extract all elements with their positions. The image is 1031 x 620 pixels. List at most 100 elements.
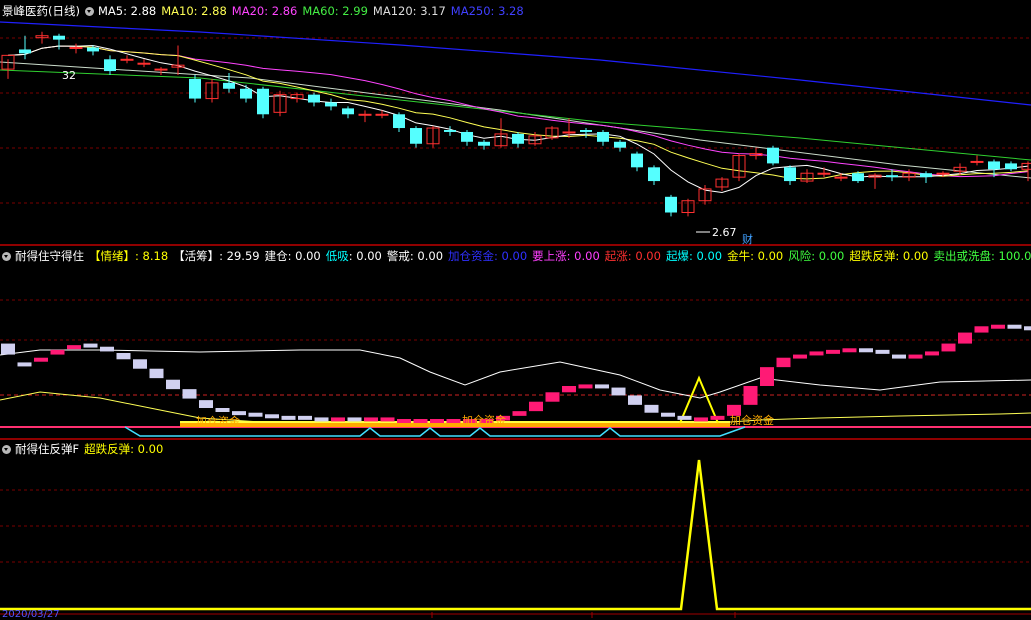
band-label: 加仓资金 (730, 413, 774, 427)
candle-body (834, 176, 848, 179)
indicator-label-5: 加仓资金 (448, 249, 495, 263)
indicator-bar (248, 412, 263, 417)
candle-body (19, 49, 31, 54)
indicator-bar (991, 324, 1005, 329)
indicator-bar (842, 348, 857, 353)
indicator-bar (116, 353, 131, 360)
indicator-label-0: 【情绪】 (89, 249, 135, 263)
indicator-bar (166, 379, 180, 390)
indicator-bar (281, 415, 296, 420)
rebound-value: : 0.00 (130, 442, 164, 456)
indicator-bar (149, 368, 164, 379)
band-label: 加仓资金 (462, 413, 506, 427)
candle-body (597, 131, 609, 142)
indicator-bar (133, 359, 147, 369)
collapse-icon[interactable] (84, 6, 94, 16)
candle-body (970, 160, 984, 163)
indicator-bar (644, 404, 659, 413)
indicator-bar (809, 351, 824, 356)
candle-body (154, 68, 168, 71)
indicator-bar (743, 386, 758, 405)
ma-legend-5: MA250: 3.28 (450, 4, 524, 18)
indicator-value-0: : 8.18 (135, 249, 169, 263)
candle-body (478, 141, 490, 146)
indicator-bar (83, 343, 98, 348)
candle-body (936, 172, 950, 175)
indicator-bar (578, 384, 593, 389)
indicator-bar (1007, 324, 1022, 329)
indicator-panel-header: 耐得住守得住 【情绪】: 8.18 【活筹】: 29.59 建仓: 0.00 低吸: … (2, 248, 1031, 264)
candle-body (69, 47, 83, 49)
indicator-bar (760, 367, 774, 386)
indicator-panel: 加仓资金 加仓资金 加仓资金 (0, 324, 1031, 437)
indicator-value-3: : 0.00 (348, 249, 382, 263)
indicator-bar (182, 389, 197, 399)
rebound-title: 耐得住反弹F (15, 442, 80, 456)
indicator-bar (941, 343, 956, 352)
indicator-bar (545, 392, 560, 402)
candle-body (375, 113, 389, 116)
indicator-value-12: : 100.00 (991, 249, 1031, 263)
lowbuy-line (124, 426, 746, 437)
candle-body (988, 161, 1000, 170)
candle-body (53, 35, 65, 40)
indicator-bar (50, 349, 65, 355)
collapse-icon[interactable] (2, 251, 11, 261)
price-panel-header: 景峰医药(日线) MA5: 2.88 MA10: 2.88 MA20: 2.86… (2, 3, 529, 19)
indicator-bar (677, 415, 692, 420)
candle-body (257, 88, 269, 115)
candle-body (120, 58, 134, 61)
indicator-bar (661, 412, 675, 417)
rebound-label: 超跌反弹 (84, 442, 131, 456)
ma-legend-0: MA5: 2.88 (97, 4, 157, 18)
candle-body (562, 131, 576, 134)
ma-legend-2: MA20: 2.86 (231, 4, 298, 18)
indicator-bar (925, 351, 939, 356)
indicator-bar (397, 419, 411, 423)
grid (0, 37, 1031, 618)
ma120-line (0, 61, 1031, 179)
indicator-bar (776, 357, 791, 368)
rebound-panel-header: 耐得住反弹F 超跌反弹 : 0.00 (2, 441, 168, 457)
candle-body (342, 108, 354, 115)
collapse-icon[interactable] (2, 444, 11, 454)
indicator-bar (974, 326, 989, 333)
candle-body (137, 62, 151, 65)
indicator-bar (446, 419, 461, 423)
indicator-bar (215, 408, 230, 412)
candle-body (189, 78, 201, 99)
indicator-label-12: 卖出或洗盘 (933, 249, 992, 263)
indicator-value-1: : 29.59 (219, 249, 260, 263)
indicator-value-9: : 0.00 (750, 249, 784, 263)
lower-band-line (0, 391, 1031, 426)
indicator-values: 【情绪】: 8.18 【活筹】: 29.59 建仓: 0.00 低吸: 0.00 警戒:… (89, 248, 1031, 264)
indicator-label-11: 超跌反弹 (849, 249, 896, 263)
indicator-bar (298, 415, 312, 420)
indicator-bar (628, 395, 642, 405)
indicator-value-10: : 0.00 (811, 249, 845, 263)
indicator-bar (595, 384, 609, 389)
ma20-line (7, 45, 1029, 178)
indicator-label-4: 警戒 (386, 249, 410, 263)
indicator-bar (529, 401, 543, 412)
indicator-bar (1024, 326, 1031, 331)
candle-body (393, 114, 405, 129)
candle-body (240, 88, 252, 99)
price-panel: 32 2.67 财 (0, 21, 1031, 246)
candle-body (817, 172, 831, 175)
candle-body (648, 167, 660, 182)
indicator-bar (265, 414, 279, 419)
indicator-bar (364, 417, 378, 422)
indicator-bar (17, 362, 32, 367)
indicator-value-4: : 0.00 (409, 249, 444, 263)
candle-body (308, 94, 320, 103)
indicator-label-6: 要上涨 (532, 249, 567, 263)
indicator-bar (314, 417, 329, 422)
indicator-bar (430, 419, 444, 423)
chart-canvas: 322.67财 加仓资金 加仓资金 加仓资金 (0, 21, 1031, 618)
candle-body (358, 113, 372, 116)
candle-body (223, 82, 235, 89)
indicator-value-2: : 0.00 (287, 249, 321, 263)
indicator-label-1: 【活筹】 (173, 249, 220, 263)
indicator-value-7: : 0.00 (627, 249, 661, 263)
